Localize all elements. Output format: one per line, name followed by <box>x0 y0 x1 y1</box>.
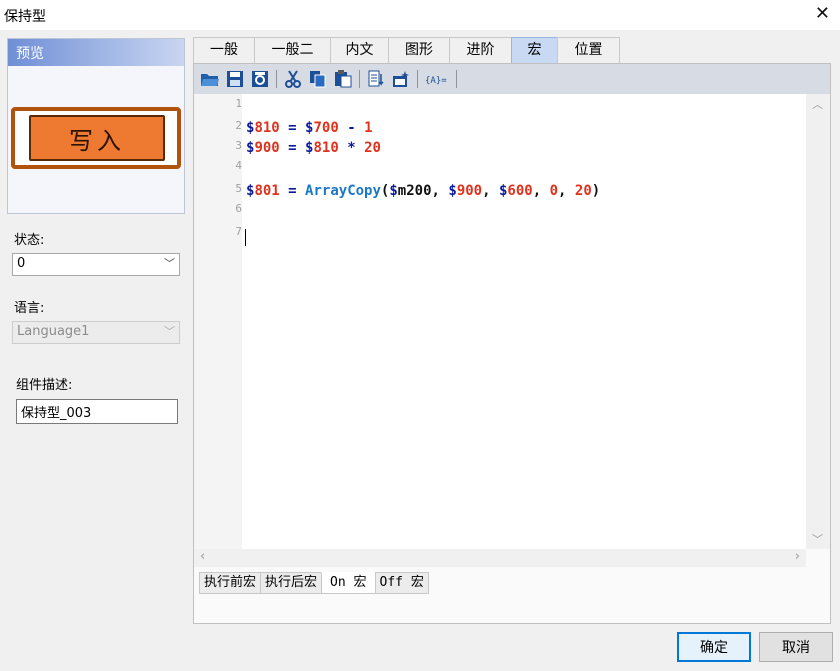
tab-advanced[interactable]: 进阶 <box>449 37 512 64</box>
open-folder-icon[interactable] <box>199 68 221 90</box>
ok-button[interactable]: 确定 <box>677 632 751 662</box>
code-token: $ <box>448 183 457 199</box>
text-caret <box>245 229 246 246</box>
code-token: , <box>532 183 542 199</box>
code-token: 801 <box>254 183 280 199</box>
tab-general-two[interactable]: 一般二 <box>254 37 331 64</box>
line-number: 6 <box>235 202 242 215</box>
code-token: $ <box>389 183 398 199</box>
language-label: 语言: <box>14 301 45 316</box>
code-token: ) <box>591 183 601 199</box>
code-token: ArrayCopy <box>305 183 381 199</box>
tab-text[interactable]: 内文 <box>330 37 389 64</box>
preview-button-frame: 写入 <box>11 107 181 169</box>
chevron-down-icon: ﹀ <box>164 325 175 338</box>
horizontal-scrollbar[interactable]: ‹ › <box>194 549 806 567</box>
svg-text:{A}=: {A}= <box>425 76 447 86</box>
code-token: 900 <box>456 183 483 199</box>
save-reload-icon[interactable] <box>249 68 271 90</box>
code-line-3: $900 = $810 * 20 <box>246 138 381 158</box>
line-number: 7 <box>235 225 242 238</box>
preview-header: 预览 <box>8 39 184 66</box>
code-token: m200 <box>397 183 432 199</box>
macro-tabs: 执行前宏 执行后宏 On 宏 Off 宏 <box>199 572 429 594</box>
line-number: 5 <box>235 182 242 195</box>
code-line-5: $801 = ArrayCopy($m200, $900, $600, 0, 2… <box>246 181 600 201</box>
vertical-scrollbar[interactable]: ︿ ﹀ <box>806 94 830 549</box>
scroll-down-icon[interactable]: ﹀ <box>812 531 823 547</box>
toolbar-separator <box>359 70 360 88</box>
code-line-2: $810 = $700 - 1 <box>246 118 373 138</box>
code-token: = <box>288 140 297 156</box>
state-select[interactable]: 0 ﹀ <box>12 253 180 276</box>
description-field[interactable] <box>16 399 178 424</box>
code-token: - <box>347 120 356 136</box>
toolbar-separator <box>276 70 277 88</box>
tab-bar: 一般 一般二 内文 图形 进阶 宏 位置 <box>193 37 620 64</box>
chevron-down-icon: ﹀ <box>164 257 175 270</box>
code-token: , <box>558 183 567 199</box>
window-title: 保持型 <box>4 9 46 25</box>
code-token: 0 <box>549 183 559 199</box>
tab-position[interactable]: 位置 <box>557 37 620 64</box>
cancel-button[interactable]: 取消 <box>759 632 833 662</box>
tab-pre-exec-macro[interactable]: 执行前宏 <box>199 572 262 594</box>
line-number: 2 <box>235 119 242 132</box>
code-token: 1 <box>364 120 373 136</box>
compile-icon[interactable] <box>365 68 387 90</box>
tab-post-exec-macro[interactable]: 执行后宏 <box>260 572 323 594</box>
scroll-left-icon[interactable]: ‹ <box>200 549 205 564</box>
code-token: * <box>347 140 356 156</box>
scroll-up-icon[interactable]: ︿ <box>812 96 823 112</box>
save-icon[interactable] <box>224 68 246 90</box>
code-token: 20 <box>574 183 592 199</box>
line-number: 3 <box>235 139 242 152</box>
tab-macro[interactable]: 宏 <box>511 37 558 64</box>
code-token: 810 <box>313 140 339 156</box>
code-token: 600 <box>507 183 533 199</box>
paste-icon[interactable] <box>332 68 354 90</box>
cut-icon[interactable] <box>282 68 304 90</box>
variable-icon[interactable]: {A}= <box>423 68 451 90</box>
language-select[interactable]: Language1 ﹀ <box>12 321 180 344</box>
code-token: 20 <box>364 140 381 156</box>
copy-icon[interactable] <box>307 68 329 90</box>
tab-graphics[interactable]: 图形 <box>388 37 450 64</box>
code-token: 900 <box>254 140 280 156</box>
code-editor[interactable]: 1 2 3 4 5 6 7 $810 = $700 - 1 $900 = $81… <box>194 94 806 549</box>
preview-panel: 预览 写入 <box>7 38 185 214</box>
code-token: 810 <box>254 120 280 136</box>
line-number: 1 <box>235 97 242 110</box>
line-number-gutter: 1 2 3 4 5 6 7 <box>194 94 242 549</box>
code-token: = <box>288 120 297 136</box>
state-label: 状态: <box>14 233 45 248</box>
macro-panel: {A}= 1 2 3 4 5 6 7 $810 = $700 - 1 $900 … <box>193 63 831 624</box>
code-token: = <box>288 183 297 199</box>
editor-toolbar: {A}= <box>194 64 830 94</box>
title-bar: 保持型 ✕ <box>0 0 840 30</box>
preview-button: 写入 <box>29 115 165 161</box>
close-icon[interactable]: ✕ <box>815 4 830 24</box>
line-number: 4 <box>235 159 242 172</box>
language-value: Language1 <box>17 324 90 339</box>
tab-off-macro[interactable]: Off 宏 <box>374 572 429 594</box>
tab-on-macro[interactable]: On 宏 <box>321 572 376 594</box>
description-label: 组件描述: <box>16 378 73 393</box>
code-token: , <box>431 183 440 199</box>
toolbar-separator <box>456 70 457 88</box>
code-token: 700 <box>313 120 339 136</box>
tab-general[interactable]: 一般 <box>193 37 255 64</box>
state-value: 0 <box>17 256 26 271</box>
scroll-right-icon[interactable]: › <box>795 549 800 564</box>
toolbar-separator <box>417 70 418 88</box>
code-token: , <box>482 183 491 199</box>
build-icon[interactable] <box>390 68 412 90</box>
